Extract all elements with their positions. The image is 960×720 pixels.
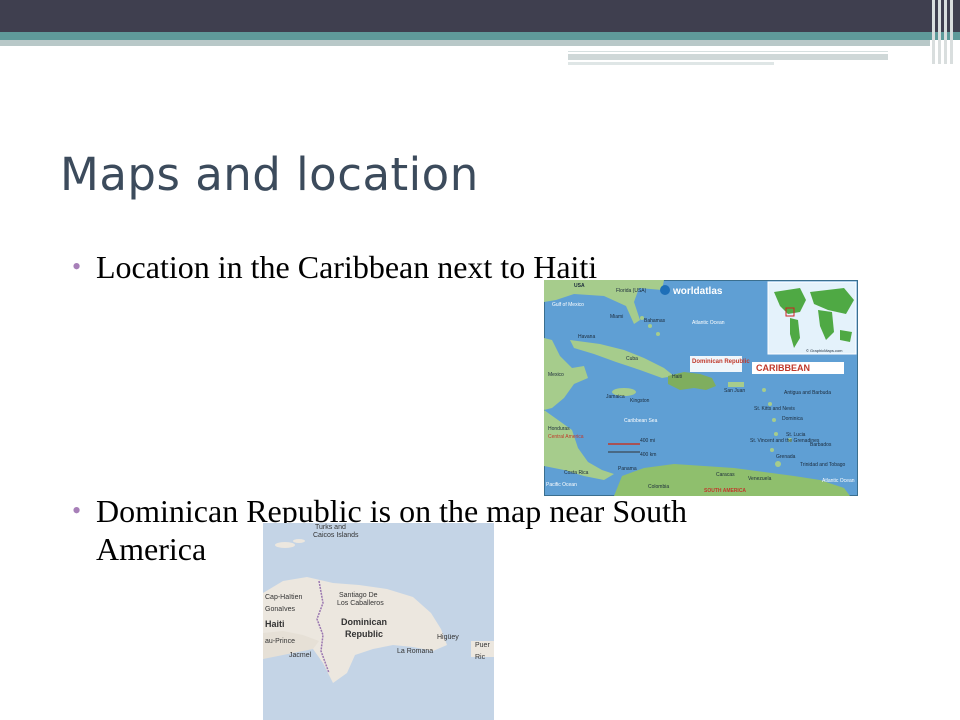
teal-stripe	[0, 32, 960, 40]
map-label: Jamaica	[606, 394, 625, 400]
map-label: Kingston	[630, 398, 650, 404]
bullet-text-continued: America	[96, 531, 207, 567]
map-label: Dominica	[782, 416, 803, 422]
map-label: 400 mi	[640, 438, 655, 444]
map-label: Santiago De	[339, 592, 378, 599]
map-label: Higüey	[437, 634, 459, 641]
map-label: Dominican	[341, 617, 387, 627]
caribbean-map-image: worldatlas CARIBBEAN Dominican Republic …	[544, 280, 858, 496]
map-label: Havana	[578, 334, 595, 340]
map-label: St. Vincent and the Grenadines	[750, 438, 820, 444]
map-brand-label: worldatlas	[672, 286, 723, 297]
map-banner: CARIBBEAN	[756, 363, 810, 373]
map-label: Mexico	[548, 372, 564, 378]
map-label: Cap-Haïtien	[265, 594, 302, 601]
map-label: Pacific Ocean	[546, 482, 577, 488]
map-label: Bahamas	[644, 318, 666, 324]
map-label: au-Prince	[265, 638, 295, 645]
map-label: USA	[574, 283, 585, 289]
map-label: Central America	[548, 434, 584, 440]
map-label: Grenada	[776, 454, 796, 460]
map-label: © GraphicMaps.com	[806, 348, 843, 353]
map-label: Caicos Islands	[313, 532, 359, 539]
map-label: Haiti	[672, 374, 682, 380]
map-label: Turks and	[315, 524, 346, 531]
map-label: Honduras	[548, 426, 570, 432]
map-label: St. Kitts and Nevis	[754, 406, 795, 412]
map-label: La Romana	[397, 648, 433, 655]
bullet-text: Location in the Caribbean next to Haiti	[96, 249, 598, 285]
map-label: Gonaïves	[265, 606, 295, 613]
map-label: Antigua and Barbuda	[784, 390, 831, 396]
slide-title: Maps and location	[60, 148, 479, 201]
decor-stripe	[568, 48, 888, 52]
map-label: Cuba	[626, 356, 638, 362]
map-label: Puer	[475, 642, 490, 649]
map-label: San Juan	[724, 388, 745, 394]
map-label: Dominican Republic	[692, 359, 750, 365]
decor-stripe	[568, 54, 888, 60]
top-banner	[0, 0, 960, 32]
map-label: Costa Rica	[564, 470, 589, 476]
map-label: Colombia	[648, 484, 669, 490]
map-label: SOUTH AMERICA	[704, 488, 746, 494]
map-label: Jacmel	[289, 652, 312, 659]
map-label: Miami	[610, 314, 623, 320]
map-label: Atlantic Ocean	[692, 320, 725, 326]
map-label: Trinidad and Tobago	[800, 462, 846, 468]
decor-stripe	[0, 40, 930, 46]
map-label: Ric	[475, 654, 486, 661]
map-label: Atlantic Ocean	[822, 478, 855, 484]
decor-vertical-stripes	[930, 0, 960, 64]
bullet-dot: •	[72, 496, 82, 525]
decor-stripe	[568, 62, 774, 65]
map-label: Venezuela	[748, 476, 772, 482]
map-label: Haiti	[265, 619, 285, 629]
hispaniola-map-image: Turks and Caicos Islands Santiago De Los…	[263, 523, 494, 720]
map-label: Panama	[618, 466, 637, 472]
bullet-dot: •	[72, 252, 82, 281]
map-label: Caribbean Sea	[624, 418, 658, 424]
map-label: 400 km	[640, 452, 656, 458]
map-label: Gulf of Mexico	[552, 302, 584, 308]
map-label: Los Caballeros	[337, 600, 384, 607]
map-label: Caracas	[716, 472, 735, 478]
map-label: Florida (USA)	[616, 288, 647, 294]
map-label: Republic	[345, 629, 383, 639]
